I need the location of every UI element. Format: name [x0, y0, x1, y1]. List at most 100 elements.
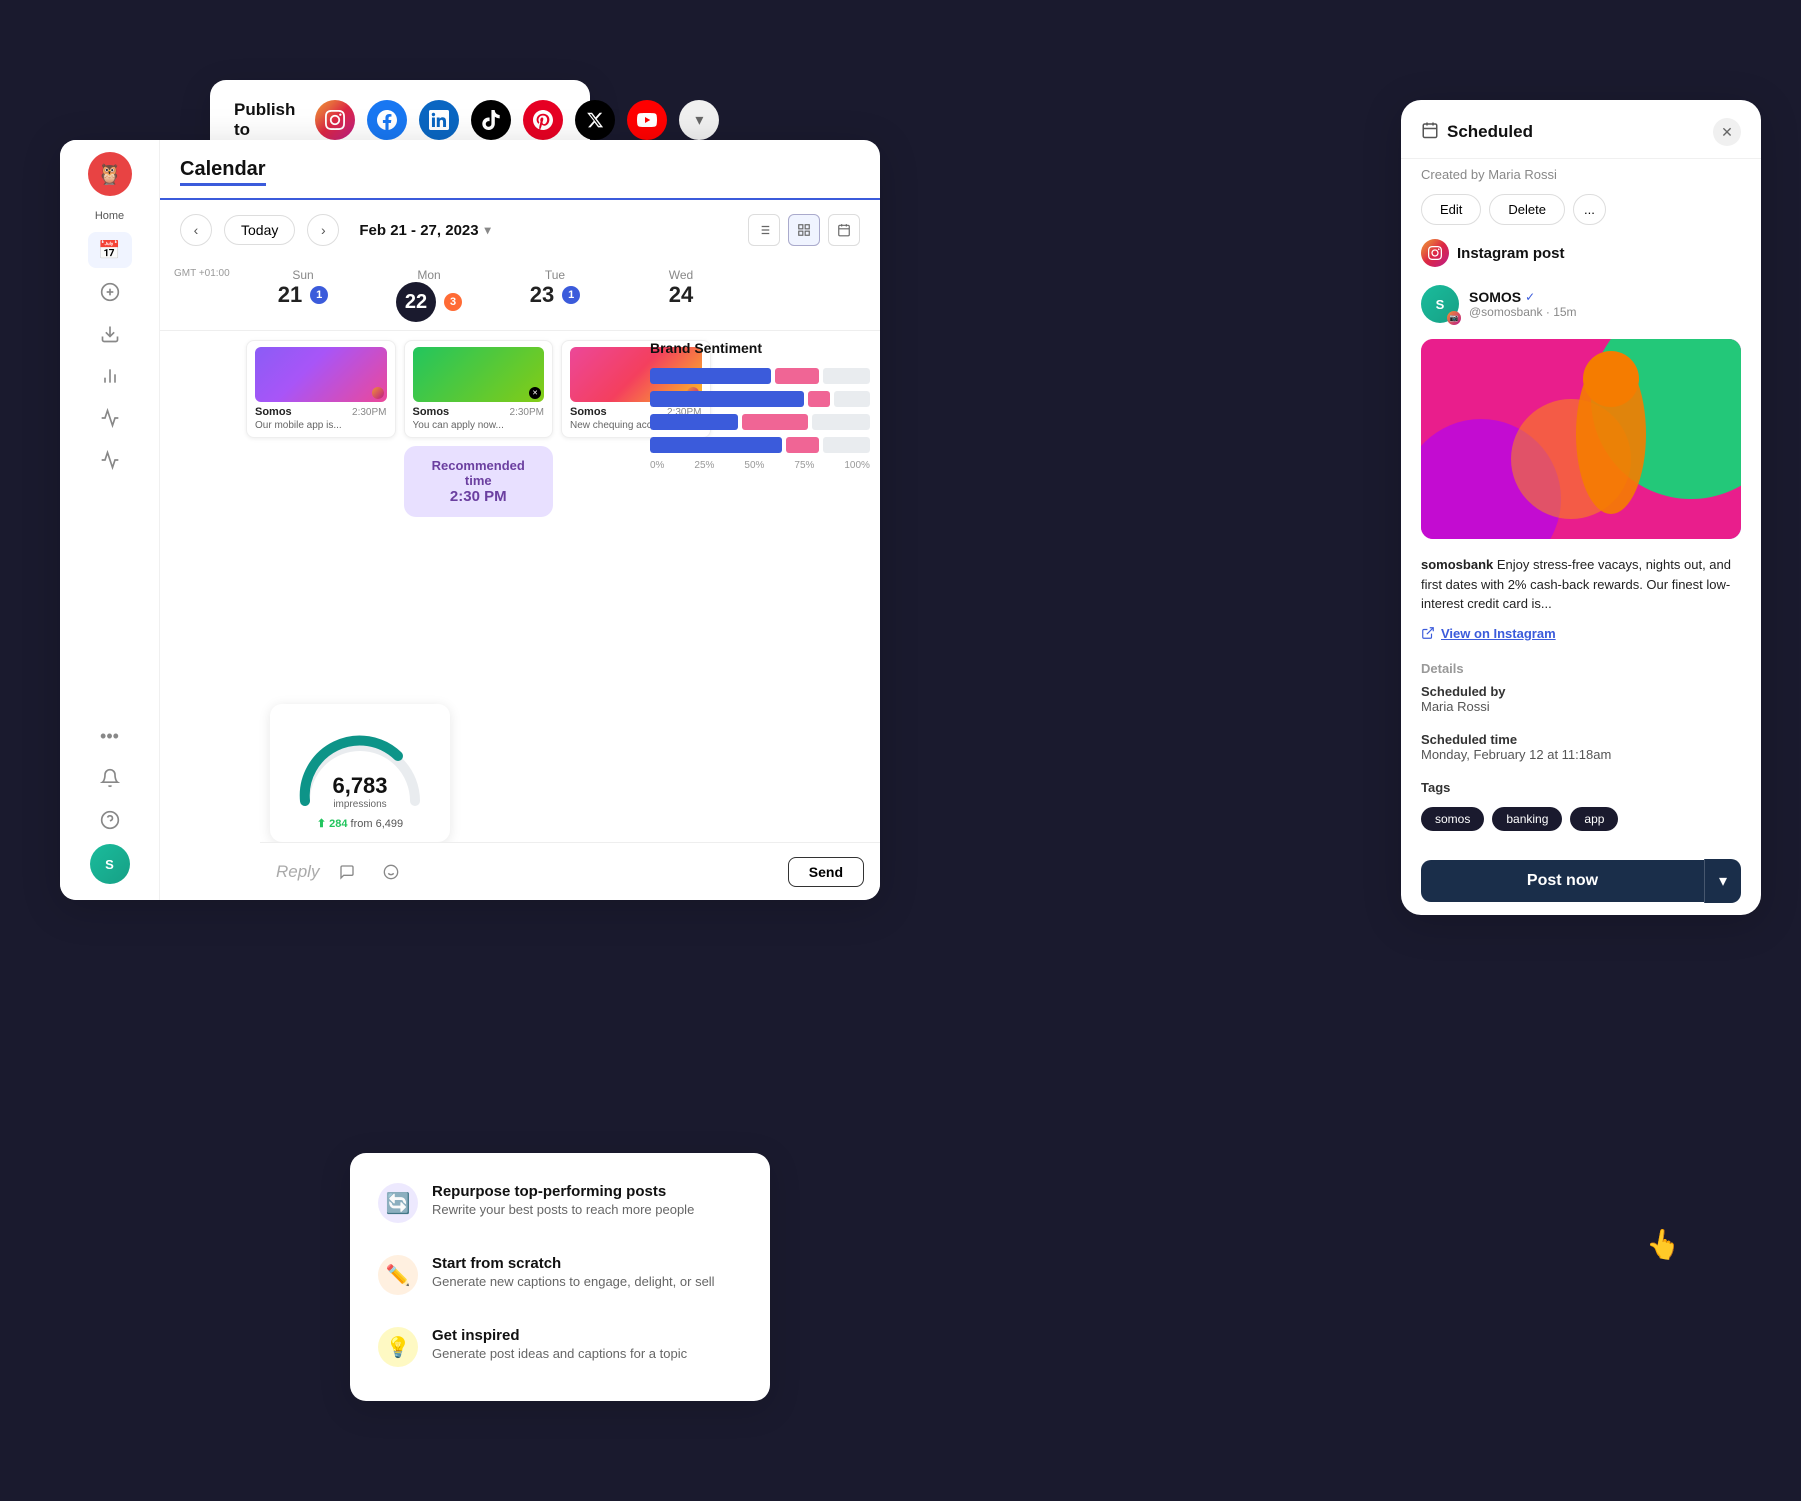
send-button[interactable]: Send: [788, 857, 864, 887]
prev-btn[interactable]: ‹: [180, 214, 212, 246]
post-excerpt-sun: Our mobile app is...: [255, 420, 387, 431]
sp-scheduled-time: Scheduled time Monday, February 12 at 11…: [1421, 732, 1741, 770]
sp-tag-banking[interactable]: banking: [1492, 807, 1562, 831]
post-now-caret[interactable]: ▾: [1704, 859, 1741, 903]
sp-view-link[interactable]: View on Instagram: [1401, 622, 1761, 653]
sp-avatar-ig-badge: 📷: [1447, 311, 1461, 325]
calendar-toolbar: ‹ Today › Feb 21 - 27, 2023 ▾: [160, 200, 880, 260]
post-now-btn[interactable]: Post now: [1421, 860, 1704, 902]
post-card-mon[interactable]: ✕ Somos 2:30PM You can apply now...: [404, 340, 554, 438]
sp-title: Scheduled: [1447, 122, 1533, 142]
bar-labels: 0%25%50%75%100%: [650, 460, 870, 471]
sentiment-bar-4: [650, 437, 870, 453]
sp-edit-btn[interactable]: Edit: [1421, 194, 1481, 225]
sp-profile-name-row: SOMOS ✓: [1469, 289, 1577, 305]
tiktok-icon[interactable]: [471, 100, 511, 140]
repurpose-icon: 🔄: [378, 1183, 418, 1223]
recommended-time: 2:30 PM: [420, 488, 538, 505]
date-range-caret[interactable]: ▾: [485, 223, 491, 237]
badge-mon: 3: [444, 293, 462, 311]
calendar-view-btn[interactable]: [828, 214, 860, 246]
inspired-icon: 💡: [378, 1327, 418, 1367]
sp-profile-row: S 📷 SOMOS ✓ @somosbank · 15m: [1401, 277, 1761, 331]
calendar-panel: 🦉 Home 📅 ••• S Calendar: [60, 140, 880, 900]
post-card-sun[interactable]: Somos 2:30PM Our mobile app is...: [246, 340, 396, 438]
cursor-hand: 👆: [1644, 1225, 1684, 1264]
emoji-icon[interactable]: [375, 856, 407, 888]
sp-more-btn[interactable]: ...: [1573, 194, 1606, 225]
more-nav[interactable]: •••: [88, 718, 132, 754]
x-icon[interactable]: [575, 100, 615, 140]
sp-profile-name: SOMOS: [1469, 289, 1521, 305]
post-name-mon: Somos: [413, 406, 450, 418]
ai-scratch-item[interactable]: ✏️ Start from scratch Generate new capti…: [366, 1241, 754, 1309]
app-logo: 🦉: [88, 152, 132, 196]
calendar-title: Calendar: [180, 158, 266, 186]
post-name-tue: Somos: [570, 406, 607, 418]
ai-scratch-text: Start from scratch Generate new captions…: [432, 1255, 715, 1289]
sp-tags-label: Tags: [1421, 780, 1741, 795]
inspired-title: Get inspired: [432, 1327, 687, 1344]
ai-panel: 🔄 Repurpose top-performing posts Rewrite…: [350, 1153, 770, 1401]
sp-tag-app[interactable]: app: [1570, 807, 1618, 831]
ai-repurpose-text: Repurpose top-performing posts Rewrite y…: [432, 1183, 694, 1217]
linkedin-icon[interactable]: [419, 100, 459, 140]
sun-col: Somos 2:30PM Our mobile app is...: [244, 337, 398, 525]
date-range-text: Feb 21 - 27, 2023: [359, 222, 478, 239]
sp-calendar-icon: [1421, 121, 1439, 144]
ai-repurpose-item[interactable]: 🔄 Repurpose top-performing posts Rewrite…: [366, 1169, 754, 1237]
sentiment-bar-2: [650, 391, 870, 407]
facebook-icon[interactable]: [367, 100, 407, 140]
user-avatar[interactable]: S: [90, 844, 130, 884]
inspired-desc: Generate post ideas and captions for a t…: [432, 1346, 687, 1361]
analytics-nav[interactable]: [88, 358, 132, 394]
sp-tags: somos banking app: [1401, 803, 1761, 847]
day-name-wed: Wed: [622, 268, 740, 282]
calendar-content: Calendar ‹ Today › Feb 21 - 27, 2023 ▾: [160, 140, 880, 900]
recommended-bubble: Recommended time 2:30 PM: [404, 446, 554, 517]
add-nav[interactable]: [88, 274, 132, 310]
notifications-nav[interactable]: [88, 760, 132, 796]
post-img-mon: ✕: [413, 347, 545, 402]
youtube-icon[interactable]: [627, 100, 667, 140]
badge-sun: 1: [310, 286, 328, 304]
campaigns-nav[interactable]: [88, 400, 132, 436]
sp-details: Details Scheduled by Maria Rossi Schedul…: [1401, 653, 1761, 803]
brand-sentiment-card: Brand Sentiment: [650, 340, 870, 471]
list-view-btn[interactable]: [748, 214, 780, 246]
home-label: Home: [95, 210, 124, 222]
badge-tue: 1: [562, 286, 580, 304]
reports-nav[interactable]: [88, 442, 132, 478]
calendar-nav[interactable]: 📅: [88, 232, 132, 268]
sp-header-left: Scheduled: [1421, 121, 1533, 144]
day-num-mon: 22: [396, 282, 436, 322]
more-networks-icon[interactable]: ▾: [679, 100, 719, 140]
post-meta-mon: Somos 2:30PM: [413, 406, 545, 418]
sp-delete-btn[interactable]: Delete: [1489, 194, 1565, 225]
sp-caption: somosbank Enjoy stress-free vacays, nigh…: [1401, 547, 1761, 622]
pinterest-icon[interactable]: [523, 100, 563, 140]
reply-bar: Reply Send: [260, 842, 880, 900]
grid-view-btn[interactable]: [788, 214, 820, 246]
day-name-mon: Mon: [370, 268, 488, 282]
post-type-text: Instagram post: [1457, 245, 1565, 262]
today-btn[interactable]: Today: [224, 215, 295, 245]
sp-close-btn[interactable]: ✕: [1713, 118, 1741, 146]
ai-inspired-item[interactable]: 💡 Get inspired Generate post ideas and c…: [366, 1313, 754, 1381]
sp-tag-somos[interactable]: somos: [1421, 807, 1484, 831]
sp-post-type-label: Instagram post: [1401, 239, 1761, 277]
message-icon[interactable]: [331, 856, 363, 888]
instagram-icon[interactable]: [315, 100, 355, 140]
download-nav[interactable]: [88, 316, 132, 352]
impressions-gauge-svg: 6,783 impressions: [290, 716, 430, 816]
calendar-grid-header: GMT +01:00 Sun 21 1 Mon 22 3 Tue: [160, 260, 880, 331]
help-nav[interactable]: [88, 802, 132, 838]
next-btn[interactable]: ›: [307, 214, 339, 246]
sp-scheduled-by: Scheduled by Maria Rossi: [1421, 684, 1506, 714]
col-mon: Mon 22 3: [366, 260, 492, 330]
sp-header: Scheduled ✕: [1401, 100, 1761, 159]
ai-inspired-text: Get inspired Generate post ideas and cap…: [432, 1327, 687, 1361]
date-range: Feb 21 - 27, 2023 ▾: [359, 222, 490, 239]
reply-label: Reply: [276, 862, 319, 882]
sp-verified-badge: ✓: [1525, 290, 1535, 304]
